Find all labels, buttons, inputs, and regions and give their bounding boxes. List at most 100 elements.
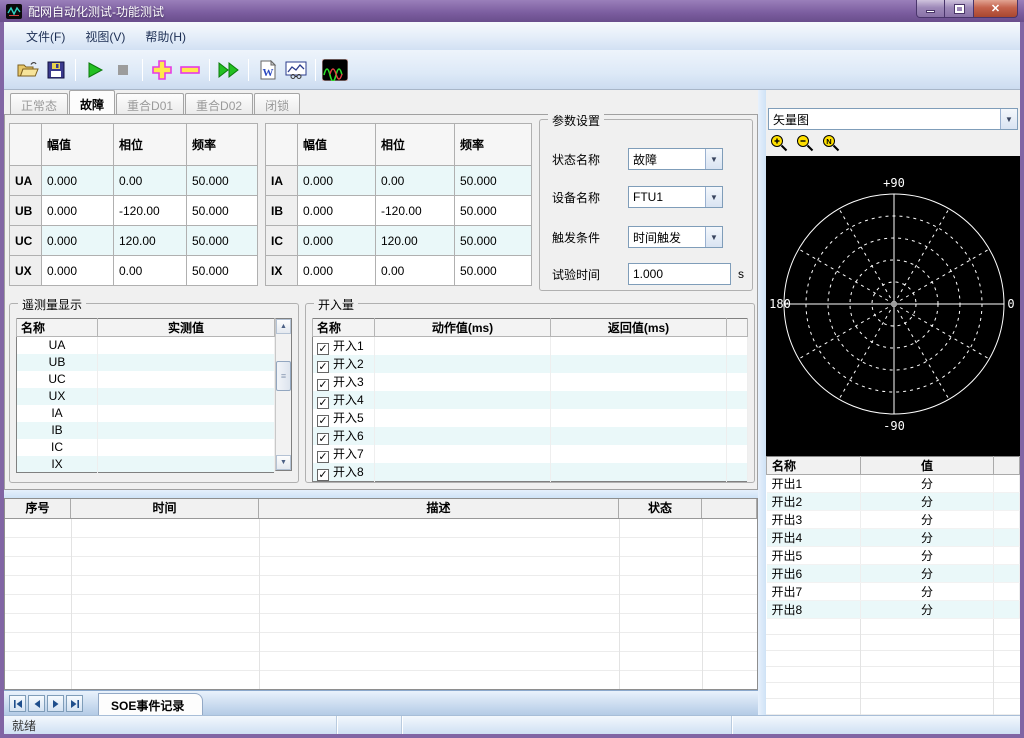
report-preview-button[interactable]: [282, 56, 310, 84]
tab-normal-state[interactable]: 正常态: [10, 93, 68, 114]
amplitude-cell[interactable]: 0.000: [42, 256, 114, 286]
checkbox-checked-icon[interactable]: ✓: [317, 361, 329, 373]
telemetry-name: IX: [17, 456, 98, 473]
amplitude-cell[interactable]: 0.000: [42, 196, 114, 226]
right-panel: 矢量图 ▼ N: [766, 90, 1020, 715]
telemetry-value: [98, 371, 275, 388]
menu-item-view[interactable]: 视图(V): [75, 24, 135, 49]
return-value-cell: [551, 355, 727, 373]
last-page-button[interactable]: [66, 695, 83, 712]
corner-cell: [266, 124, 298, 166]
scroll-up-icon[interactable]: ▲: [276, 319, 291, 334]
action-value-cell: [375, 445, 551, 463]
phase-cell[interactable]: 0.00: [376, 166, 455, 196]
state-name-label: 状态名称: [552, 151, 628, 168]
amplitude-cell[interactable]: 0.000: [42, 166, 114, 196]
frequency-cell[interactable]: 50.000: [187, 166, 258, 196]
frequency-cell[interactable]: 50.000: [187, 226, 258, 256]
stop-test-button[interactable]: [109, 56, 137, 84]
plus-icon: [151, 59, 173, 81]
open-button[interactable]: [14, 56, 42, 84]
checkbox-checked-icon[interactable]: ✓: [317, 415, 329, 427]
phase-cell[interactable]: -120.00: [114, 196, 187, 226]
frequency-cell[interactable]: 50.000: [455, 166, 532, 196]
maximize-button[interactable]: [945, 0, 973, 18]
checkbox-checked-icon[interactable]: ✓: [317, 433, 329, 445]
test-time-input[interactable]: 1.000: [628, 263, 731, 285]
prev-page-button[interactable]: [28, 695, 45, 712]
waveform-button[interactable]: [321, 56, 349, 84]
phase-cell[interactable]: 0.00: [376, 256, 455, 286]
zoom-reset-icon[interactable]: N: [822, 134, 841, 153]
remove-state-button[interactable]: [176, 56, 204, 84]
word-report-button[interactable]: W: [254, 56, 282, 84]
first-page-button[interactable]: [9, 695, 26, 712]
tab-fault-state[interactable]: 故障: [69, 90, 115, 114]
col-phase: 相位: [376, 124, 455, 166]
frequency-cell[interactable]: 50.000: [455, 196, 532, 226]
close-button[interactable]: ✕: [973, 0, 1018, 18]
soe-event-table: 序号 时间 描述 状态: [4, 498, 758, 690]
frequency-cell[interactable]: 50.000: [455, 256, 532, 286]
digital-output-row: 开出5 分: [767, 547, 1020, 565]
device-name-select[interactable]: FTU1 ▼: [628, 186, 723, 208]
chevron-down-icon[interactable]: ▼: [1000, 109, 1017, 129]
tab-soe-event-log[interactable]: SOE事件记录: [98, 693, 203, 715]
start-test-button[interactable]: [81, 56, 109, 84]
telemetry-row: UC: [17, 371, 275, 388]
next-page-button[interactable]: [47, 695, 64, 712]
minimize-button[interactable]: [916, 0, 945, 18]
tab-reclose-d01[interactable]: 重合D01: [116, 93, 184, 114]
amplitude-cell[interactable]: 0.000: [298, 166, 376, 196]
digital-input-row: ✓开入2: [313, 355, 748, 373]
state-name-select[interactable]: 故障 ▼: [628, 148, 723, 170]
trigger-condition-label: 触发条件: [552, 229, 628, 246]
output-value: 分: [861, 529, 994, 547]
telemetry-row: UX: [17, 388, 275, 405]
add-state-button[interactable]: [148, 56, 176, 84]
amplitude-cell[interactable]: 0.000: [298, 226, 376, 256]
checkbox-checked-icon[interactable]: ✓: [317, 379, 329, 391]
amplitude-cell[interactable]: 0.000: [42, 226, 114, 256]
phase-cell[interactable]: 120.00: [114, 226, 187, 256]
frequency-cell[interactable]: 50.000: [455, 226, 532, 256]
telemetry-scrollbar[interactable]: ▲ ▼: [275, 318, 292, 471]
zoom-in-icon[interactable]: [770, 134, 789, 153]
menu-item-file[interactable]: 文件(F): [16, 24, 75, 49]
chevron-down-icon[interactable]: ▼: [705, 187, 722, 207]
group-title: 开入量: [314, 296, 358, 313]
save-button[interactable]: [42, 56, 70, 84]
tab-reclose-d02[interactable]: 重合D02: [185, 93, 253, 114]
horizontal-splitter[interactable]: [4, 490, 758, 498]
col-frequency: 频率: [455, 124, 532, 166]
input-name-cell: ✓开入2: [313, 355, 375, 373]
amplitude-cell[interactable]: 0.000: [298, 256, 376, 286]
phase-cell[interactable]: -120.00: [376, 196, 455, 226]
menu-item-help[interactable]: 帮助(H): [135, 24, 196, 49]
phase-cell[interactable]: 0.00: [114, 166, 187, 196]
vertical-splitter[interactable]: [758, 90, 766, 715]
chevron-down-icon[interactable]: ▼: [705, 227, 722, 247]
checkbox-checked-icon[interactable]: ✓: [317, 451, 329, 463]
telemetry-row: IX: [17, 456, 275, 473]
checkbox-checked-icon[interactable]: ✓: [317, 343, 329, 355]
frequency-cell[interactable]: 50.000: [187, 256, 258, 286]
maximize-icon: [955, 5, 964, 13]
output-name: 开出4: [767, 529, 861, 547]
phase-cell[interactable]: 120.00: [376, 226, 455, 256]
amplitude-cell[interactable]: 0.000: [298, 196, 376, 226]
checkbox-checked-icon[interactable]: ✓: [317, 469, 329, 481]
run-all-button[interactable]: [215, 56, 243, 84]
chevron-down-icon[interactable]: ▼: [705, 149, 722, 169]
col-action-value: 动作值(ms): [375, 319, 551, 337]
scrollbar-thumb[interactable]: [276, 361, 291, 391]
telemetry-name: UC: [17, 371, 98, 388]
frequency-cell[interactable]: 50.000: [187, 196, 258, 226]
zoom-out-icon[interactable]: [796, 134, 815, 153]
trigger-condition-select[interactable]: 时间触发 ▼: [628, 226, 723, 248]
phase-cell[interactable]: 0.00: [114, 256, 187, 286]
checkbox-checked-icon[interactable]: ✓: [317, 397, 329, 409]
scroll-down-icon[interactable]: ▼: [276, 455, 291, 470]
view-type-select[interactable]: 矢量图 ▼: [768, 108, 1018, 130]
tab-lockout[interactable]: 闭锁: [254, 93, 300, 114]
